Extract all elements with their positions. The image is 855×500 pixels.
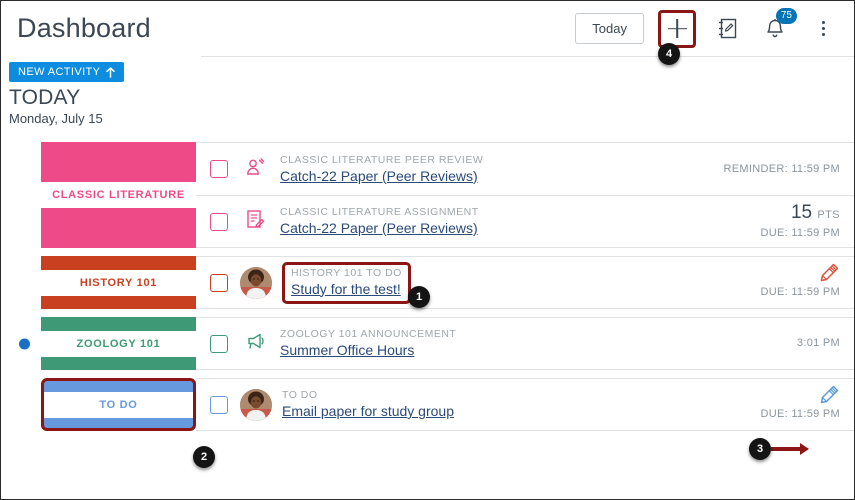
item-meta: DUE: 11:59 PM: [760, 385, 854, 422]
planner-item-text: ZOOLOGY 101 ANNOUNCEMENT Summer Office Ho…: [280, 327, 456, 360]
planner-item-row: CLASSIC LITERATURE ASSIGNMENT Catch-22 Pa…: [196, 195, 854, 248]
planner-item-row: ZOOLOGY 101 ANNOUNCEMENT Summer Office Ho…: [196, 317, 854, 370]
callout-marker-4: 4: [658, 43, 680, 65]
item-due-label: DUE: 11:59 PM: [760, 408, 840, 420]
avatar: [240, 388, 272, 421]
item-context-label: TO DO: [282, 389, 318, 401]
item-context-label: HISTORY 101 TO DO: [291, 266, 402, 279]
arrow-up-icon: [106, 66, 116, 78]
complete-checkbox[interactable]: [210, 395, 228, 414]
item-title-link[interactable]: Study for the test!: [291, 280, 401, 298]
complete-checkbox[interactable]: [210, 273, 228, 292]
planner-group: CLASSIC LITERATURE CLASSIC LITERATURE PEE…: [1, 142, 854, 248]
callout-marker-1: 1: [408, 286, 430, 308]
callout-marker-2: 2: [193, 446, 215, 468]
peer-review-icon: [245, 157, 265, 182]
item-type-icon-wrap: [244, 209, 266, 235]
planner-group: TO DO TO DO Email paper for study group DUE…: [1, 378, 854, 431]
course-card-label: TO DO: [44, 391, 193, 418]
item-due-label: DUE: 11:59 PM: [760, 286, 840, 298]
course-card[interactable]: CLASSIC LITERATURE: [41, 142, 196, 248]
planner-item-text: HISTORY 101 TO DO Study for the test!: [282, 261, 411, 304]
day-subtitle: Monday, July 15: [9, 111, 103, 126]
item-meta: 3:01 PM: [797, 336, 854, 351]
notifications-button[interactable]: 75: [758, 7, 797, 46]
edit-item-button[interactable]: [760, 263, 840, 285]
item-context-label: CLASSIC LITERATURE PEER REVIEW: [280, 153, 484, 166]
planner-item-text: CLASSIC LITERATURE PEER REVIEW Catch-22 P…: [280, 153, 483, 186]
more-options-button[interactable]: [806, 12, 840, 46]
new-activity-button[interactable]: NEW ACTIVITY: [9, 62, 125, 82]
add-button[interactable]: [658, 9, 696, 48]
planner-group: ZOOLOGY 101 ZOOLOGY 101 ANNOUNCEMENT Summe…: [1, 317, 854, 370]
planner-item-text: TO DO Email paper for study group: [282, 388, 454, 421]
item-title-link[interactable]: Catch-22 Paper (Peer Reviews): [280, 167, 478, 185]
course-card-label: CLASSIC LITERATURE: [41, 182, 196, 208]
announcement-icon: [245, 331, 266, 356]
course-card-label: HISTORY 101: [41, 269, 196, 296]
avatar: [240, 266, 272, 299]
canvas-dashboard: Dashboard Today 75 NEW ACTIVITY TODAY Mo…: [0, 0, 855, 500]
item-context-label: CLASSIC LITERATURE ASSIGNMENT: [280, 206, 479, 218]
item-meta: REMINDER: 11:59 PM: [724, 162, 854, 177]
item-type-icon-wrap: [244, 157, 266, 182]
item-points: 15 PTS: [760, 202, 840, 226]
planner-row-group: HISTORY 101 TO DO Study for the test! DUE:…: [196, 256, 854, 309]
planner-item-row: CLASSIC LITERATURE PEER REVIEW Catch-22 P…: [196, 142, 854, 195]
planner-row-group: TO DO Email paper for study group DUE: 11:…: [196, 378, 854, 431]
planner-note-button[interactable]: [710, 12, 744, 46]
item-meta: 15 PTS DUE: 11:59 PM: [760, 202, 854, 241]
item-due-label: DUE: 11:59 PM: [760, 227, 840, 239]
item-title-link[interactable]: Catch-22 Paper (Peer Reviews): [280, 219, 478, 237]
notification-badge: 75: [775, 7, 797, 24]
item-points-value: 15: [790, 202, 813, 223]
item-meta: DUE: 11:59 PM: [760, 263, 854, 300]
page-title: Dashboard: [17, 13, 151, 43]
edit-item-button[interactable]: [760, 385, 840, 407]
complete-checkbox[interactable]: [210, 212, 228, 231]
more-options-icon: [821, 21, 825, 36]
callout-marker-3: 3: [749, 438, 771, 460]
today-button[interactable]: Today: [575, 13, 644, 44]
header-actions: Today 75: [575, 7, 840, 48]
callout-arrow-3: [771, 447, 801, 451]
header-divider: [201, 56, 854, 57]
day-title: TODAY: [9, 86, 81, 109]
course-card-label: ZOOLOGY 101: [41, 330, 196, 357]
item-due-label: REMINDER: 11:59 PM: [723, 162, 840, 175]
item-points-unit: PTS: [817, 209, 840, 221]
planner-row-group: CLASSIC LITERATURE PEER REVIEW Catch-22 P…: [196, 142, 854, 248]
complete-checkbox[interactable]: [210, 334, 228, 353]
day-header: NEW ACTIVITY TODAY Monday, July 15: [1, 56, 854, 134]
planner-list: CLASSIC LITERATURE CLASSIC LITERATURE PEE…: [1, 142, 854, 431]
course-card[interactable]: ZOOLOGY 101: [41, 317, 196, 370]
course-card[interactable]: HISTORY 101: [41, 256, 196, 309]
planner-item-row: HISTORY 101 TO DO Study for the test! DUE:…: [196, 256, 854, 309]
planner-row-group: ZOOLOGY 101 ANNOUNCEMENT Summer Office Ho…: [196, 317, 854, 370]
item-context-label: ZOOLOGY 101 ANNOUNCEMENT: [280, 328, 457, 340]
assignment-icon: [245, 209, 265, 235]
item-type-icon-wrap: [244, 331, 266, 356]
plus-icon: [668, 19, 687, 38]
complete-checkbox[interactable]: [210, 160, 228, 178]
planner-item-row: TO DO Email paper for study group DUE: 11:…: [196, 378, 854, 431]
page-header: Dashboard Today 75: [1, 1, 854, 56]
notebook-edit-icon: [718, 18, 736, 39]
item-title-link[interactable]: Email paper for study group: [282, 402, 454, 420]
item-title-link[interactable]: Summer Office Hours: [280, 341, 414, 359]
unread-indicator-dot: [19, 338, 30, 349]
planner-item-text: CLASSIC LITERATURE ASSIGNMENT Catch-22 Pa…: [280, 205, 479, 238]
item-due-label: 3:01 PM: [796, 337, 840, 349]
new-activity-label: NEW ACTIVITY: [18, 66, 101, 78]
course-card[interactable]: TO DO: [41, 378, 196, 431]
